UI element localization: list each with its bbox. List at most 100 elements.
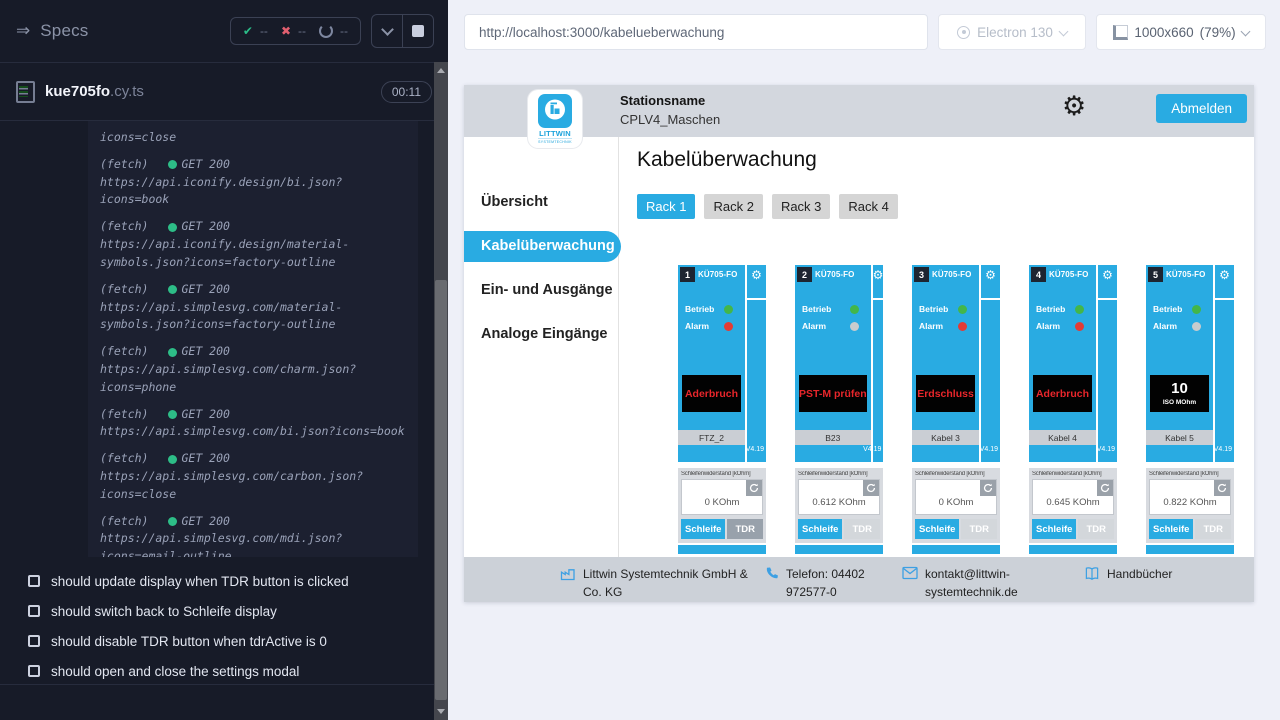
- betrieb-led: [850, 305, 859, 314]
- tdr-button[interactable]: TDR: [727, 519, 763, 539]
- runner-header: ⇒ Specs ✔ -- ✖ -- --: [0, 0, 448, 63]
- betrieb-label: Betrieb: [1153, 304, 1182, 314]
- alarm-led: [958, 322, 967, 331]
- refresh-button[interactable]: [980, 480, 996, 496]
- email-icon: [902, 566, 918, 580]
- card-bottom-strip: [1029, 545, 1117, 554]
- browser-select[interactable]: Electron 130: [938, 14, 1086, 50]
- slot-number-badge: 2: [797, 267, 812, 282]
- status-dot-icon: [168, 517, 177, 526]
- log-url: https://api.simplesvg.com/mdi.json?icons…: [100, 530, 406, 557]
- station-name: CPLV4_Maschen: [620, 111, 720, 130]
- log-prefix: (fetch): [100, 450, 148, 468]
- sidebar-item-analoge-eingaenge[interactable]: Analoge Eingänge: [464, 319, 618, 350]
- settings-gear-icon[interactable]: ⚙: [1062, 93, 1086, 120]
- refresh-button[interactable]: [1214, 480, 1230, 496]
- schleife-button[interactable]: Schleife: [798, 519, 842, 539]
- schleife-button[interactable]: Schleife: [1032, 519, 1076, 539]
- network-log-entry: (fetch) GET 200 https://api.iconify.desi…: [100, 218, 406, 271]
- card-settings-gear-icon[interactable]: ⚙: [747, 265, 766, 298]
- status-dot-icon: [168, 285, 177, 294]
- network-log[interactable]: icons=close (fetch) GET 200 https://api.…: [88, 121, 418, 557]
- scrollbar-thumb[interactable]: [435, 280, 447, 700]
- footer-manuals-text: Handbücher: [1107, 565, 1172, 583]
- device-card: 2 KÜ705-FO Betrieb Alarm PST-M prüfen PS: [795, 265, 883, 554]
- resistance-value: 0 KOhm: [682, 497, 762, 508]
- card-bottom-strip: [678, 545, 766, 554]
- tab-rack-4[interactable]: Rack 4: [839, 194, 897, 219]
- test-item[interactable]: should disable TDR button when tdrActive…: [0, 626, 434, 656]
- app-footer: Littwin Systemtechnik GmbH & Co. KG Tele…: [464, 557, 1254, 602]
- log-url: https://api.simplesvg.com/material-symbo…: [100, 299, 406, 335]
- tdr-button[interactable]: TDR: [844, 519, 880, 539]
- footer-phone: Telefon: 04402 972577-0: [764, 565, 886, 601]
- network-log-entry: (fetch) GET 200 https://api.simplesvg.co…: [100, 513, 406, 557]
- test-item[interactable]: should update display when TDR button is…: [0, 566, 434, 596]
- resistance-label: Schleifenwiderstand [kOhm]: [1032, 471, 1114, 477]
- specs-panel-toggle-icon[interactable]: ⇒: [16, 21, 30, 41]
- test-state-icon: [28, 605, 40, 617]
- resistance-label: Schleifenwiderstand [kOhm]: [915, 471, 997, 477]
- viewport-size-control[interactable]: 1000x660 (79%): [1096, 14, 1266, 50]
- resistance-label: Schleifenwiderstand [kOhm]: [798, 471, 880, 477]
- betrieb-led: [724, 305, 733, 314]
- test-item[interactable]: should open and close the settings modal: [0, 656, 434, 686]
- card-settings-gear-icon[interactable]: ⚙: [1215, 265, 1234, 298]
- schleife-button[interactable]: Schleife: [1149, 519, 1193, 539]
- card-settings-gear-icon[interactable]: ⚙: [981, 265, 1000, 298]
- refresh-button[interactable]: [746, 480, 762, 496]
- resistance-value-box: 0.822 KOhm: [1149, 479, 1231, 515]
- sidebar-item-uebersicht[interactable]: Übersicht: [464, 187, 618, 218]
- resistance-value: 0.822 KOhm: [1150, 497, 1230, 508]
- chevron-down-icon: [381, 23, 394, 36]
- footer-email-text: kontakt@littwin-systemtechnik.de: [925, 565, 1027, 601]
- logo-text: LITTWIN: [539, 129, 571, 138]
- betrieb-label: Betrieb: [685, 304, 714, 314]
- tdr-button[interactable]: TDR: [1195, 519, 1231, 539]
- device-model: KÜ705-FO: [698, 270, 737, 279]
- logout-button[interactable]: Abmelden: [1156, 94, 1247, 123]
- test-item[interactable]: should switch back to Schleife display: [0, 596, 434, 626]
- scroll-down-icon[interactable]: [437, 709, 445, 714]
- status-dot-icon: [168, 455, 177, 464]
- log-url: https://api.iconify.design/bi.json?icons…: [100, 174, 406, 210]
- tdr-button[interactable]: TDR: [961, 519, 997, 539]
- sidebar-item-kabelueberwachung[interactable]: Kabelüberwachung: [464, 231, 621, 262]
- url-bar[interactable]: http://localhost:3000/kabelueberwachung: [464, 14, 928, 50]
- device-card: 3 KÜ705-FO Betrieb Alarm Erdschluss Erds: [912, 265, 1000, 554]
- card-settings-gear-icon[interactable]: ⚙: [1098, 265, 1117, 298]
- card-settings-gear-icon[interactable]: ⚙: [873, 265, 884, 298]
- url-text: http://localhost:3000/kabelueberwachung: [479, 25, 724, 40]
- station-info: Stationsname CPLV4_Maschen: [620, 92, 720, 130]
- run-options-button[interactable]: [372, 15, 402, 47]
- app-under-test: LITTWIN SYSTEMTECHNIK Stationsname CPLV4…: [464, 85, 1254, 602]
- spec-file-row[interactable]: kue705fo .cy.ts 00:11: [0, 63, 448, 121]
- scroll-up-icon[interactable]: [437, 68, 445, 73]
- passed-count: --: [260, 24, 268, 38]
- schleife-button[interactable]: Schleife: [681, 519, 725, 539]
- tab-rack-3[interactable]: Rack 3: [772, 194, 830, 219]
- firmware-version: V4.19: [863, 446, 881, 453]
- log-prefix: (fetch): [100, 513, 148, 531]
- card-bottom-strip: [1146, 545, 1234, 554]
- tdr-button[interactable]: TDR: [1078, 519, 1114, 539]
- stop-button[interactable]: [402, 15, 433, 47]
- pending-count: --: [340, 24, 348, 38]
- refresh-button[interactable]: [1097, 480, 1113, 496]
- device-card-top: 5 KÜ705-FO Betrieb Alarm 10 10: [1146, 265, 1234, 462]
- station-label: Stationsname: [620, 92, 720, 111]
- book-icon: [1084, 566, 1100, 581]
- resistance-value-box: 0.645 KOhm: [1032, 479, 1114, 515]
- failed-count: --: [298, 24, 306, 38]
- test-state-icon: [28, 575, 40, 587]
- schleife-button[interactable]: Schleife: [915, 519, 959, 539]
- footer-manuals[interactable]: Handbücher: [1084, 565, 1172, 583]
- stop-icon: [412, 25, 424, 37]
- tab-rack-2[interactable]: Rack 2: [704, 194, 762, 219]
- sidebar-item-ein-und-ausgaenge[interactable]: Ein- und Ausgänge: [464, 275, 618, 306]
- test-title: should open and close the settings modal: [51, 664, 299, 679]
- refresh-button[interactable]: [863, 480, 879, 496]
- runner-scrollbar[interactable]: [434, 62, 448, 720]
- tab-rack-1[interactable]: Rack 1: [637, 194, 695, 219]
- page-title: Kabelüberwachung: [637, 148, 817, 172]
